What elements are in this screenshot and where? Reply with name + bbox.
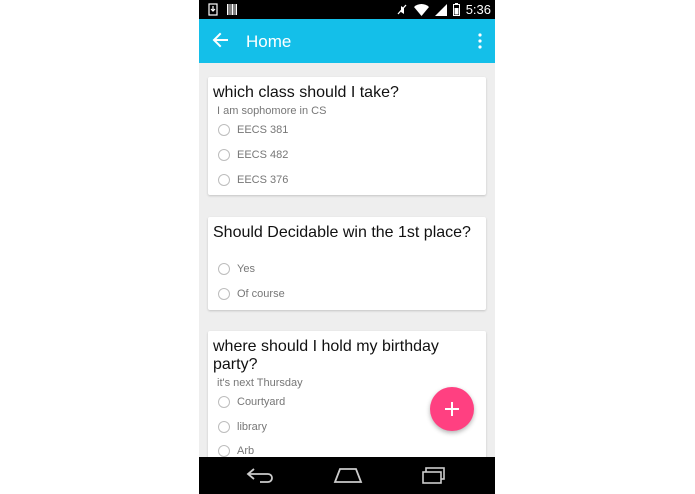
recents-icon[interactable]	[420, 465, 448, 485]
poll-question: where should I hold my birthday party?	[213, 338, 439, 373]
plus-icon	[445, 402, 459, 416]
sound-off-icon	[397, 4, 407, 15]
poll-question: Should Decidable win the 1st place?	[213, 224, 471, 241]
radio-button[interactable]	[218, 149, 230, 161]
more-vert-icon[interactable]	[477, 33, 483, 49]
radio-button[interactable]	[218, 445, 230, 457]
phone-screen: 5:36 Home which class should I take? I a…	[199, 0, 495, 494]
poll-option[interactable]: EECS 381	[218, 121, 288, 139]
poll-option[interactable]: Of course	[218, 285, 285, 303]
option-label: Arb	[237, 445, 255, 457]
poll-subtitle: it's next Thursday	[217, 377, 303, 389]
barcode-icon	[227, 4, 237, 15]
poll-subtitle: I am sophomore in CS	[217, 105, 327, 117]
app-bar: Home	[199, 19, 495, 63]
signal-icon	[434, 3, 447, 16]
add-poll-button[interactable]	[430, 387, 474, 431]
option-label: Courtyard	[237, 396, 286, 408]
clock: 5:36	[465, 2, 491, 17]
radio-button[interactable]	[218, 288, 230, 300]
wifi-icon	[413, 3, 429, 16]
arrow-left-icon[interactable]	[211, 30, 231, 50]
poll-option[interactable]: EECS 376	[218, 171, 288, 189]
option-label: Of course	[237, 288, 285, 300]
radio-button[interactable]	[218, 421, 230, 433]
poll-option[interactable]: EECS 482	[218, 146, 288, 164]
home-icon[interactable]	[333, 465, 363, 485]
option-label: library	[237, 421, 267, 433]
radio-button[interactable]	[218, 263, 230, 275]
option-label: EECS 376	[237, 174, 289, 186]
option-label: EECS 482	[237, 149, 289, 161]
page-title: Home	[246, 32, 292, 51]
status-bar: 5:36	[199, 0, 495, 19]
poll-option[interactable]: library	[218, 418, 267, 436]
poll-option[interactable]: Yes	[218, 260, 255, 278]
radio-button[interactable]	[218, 396, 230, 408]
poll-card[interactable]: Should Decidable win the 1st place? Yes …	[208, 217, 486, 310]
system-nav-bar	[199, 457, 495, 494]
back-icon[interactable]	[246, 465, 274, 485]
radio-button[interactable]	[218, 124, 230, 136]
poll-question: which class should I take?	[213, 84, 399, 101]
option-label: EECS 381	[237, 124, 289, 136]
poll-option[interactable]: Courtyard	[218, 393, 285, 411]
poll-card[interactable]: which class should I take? I am sophomor…	[208, 77, 486, 195]
option-label: Yes	[237, 263, 255, 275]
download-icon	[208, 3, 218, 16]
battery-icon	[452, 3, 460, 16]
poll-option[interactable]: Arb	[218, 442, 254, 457]
radio-button[interactable]	[218, 174, 230, 186]
